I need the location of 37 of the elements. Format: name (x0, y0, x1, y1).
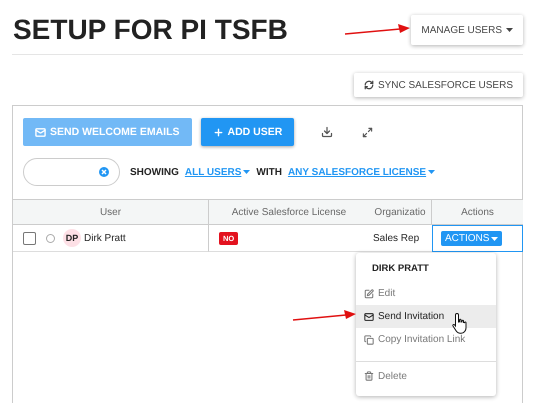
user-avatar: DP (63, 229, 81, 247)
envelope-icon (35, 126, 46, 138)
column-header: Actions (432, 199, 523, 225)
column-header: Active Salesforce License (209, 199, 369, 225)
trash-icon (364, 371, 374, 381)
menu-item[interactable]: Copy Invitation Link (356, 328, 496, 351)
menu-header: DIRK PRATT (371, 262, 430, 276)
organization-cell: Sales Rep (373, 232, 420, 244)
row-radio[interactable] (46, 234, 55, 242)
page-title: SETUP FOR PI TSFB (13, 14, 288, 46)
users-filter-link[interactable]: ALL USERS (184, 166, 250, 178)
caret-icon (491, 236, 498, 240)
search-field[interactable] (23, 158, 120, 186)
menu-item[interactable]: Send Invitation (356, 305, 496, 328)
with-label: WITH (256, 166, 282, 178)
caret-icon (506, 28, 513, 32)
showing-label: SHOWING (130, 166, 179, 178)
user-name: Dirk Pratt (84, 232, 126, 244)
caret-icon (428, 170, 436, 174)
edit-icon (364, 288, 374, 298)
row-checkbox[interactable] (23, 232, 36, 244)
license-filter-link[interactable]: ANY SALESFORCE LICENSE (288, 166, 436, 178)
envelope-icon (364, 312, 374, 322)
menu-item[interactable]: Edit (356, 282, 496, 305)
column-header: User (13, 199, 209, 225)
clear-icon[interactable] (99, 167, 109, 177)
add-user-button[interactable]: ADD USER (200, 118, 294, 146)
menu-item[interactable]: Delete (356, 361, 496, 390)
column-header: Organizatio (369, 199, 432, 225)
sync-salesforce-users-button[interactable]: SYNC SALESFORCE USERS (354, 73, 523, 97)
copy-icon (364, 334, 374, 344)
arrow-drawing (292, 309, 356, 323)
actions-button[interactable]: ACTIONS (441, 231, 502, 246)
caret-icon (243, 170, 250, 174)
manage-users-button[interactable]: MANAGE USERS (411, 15, 523, 45)
refresh-icon (364, 80, 374, 90)
plus-icon (212, 126, 224, 138)
